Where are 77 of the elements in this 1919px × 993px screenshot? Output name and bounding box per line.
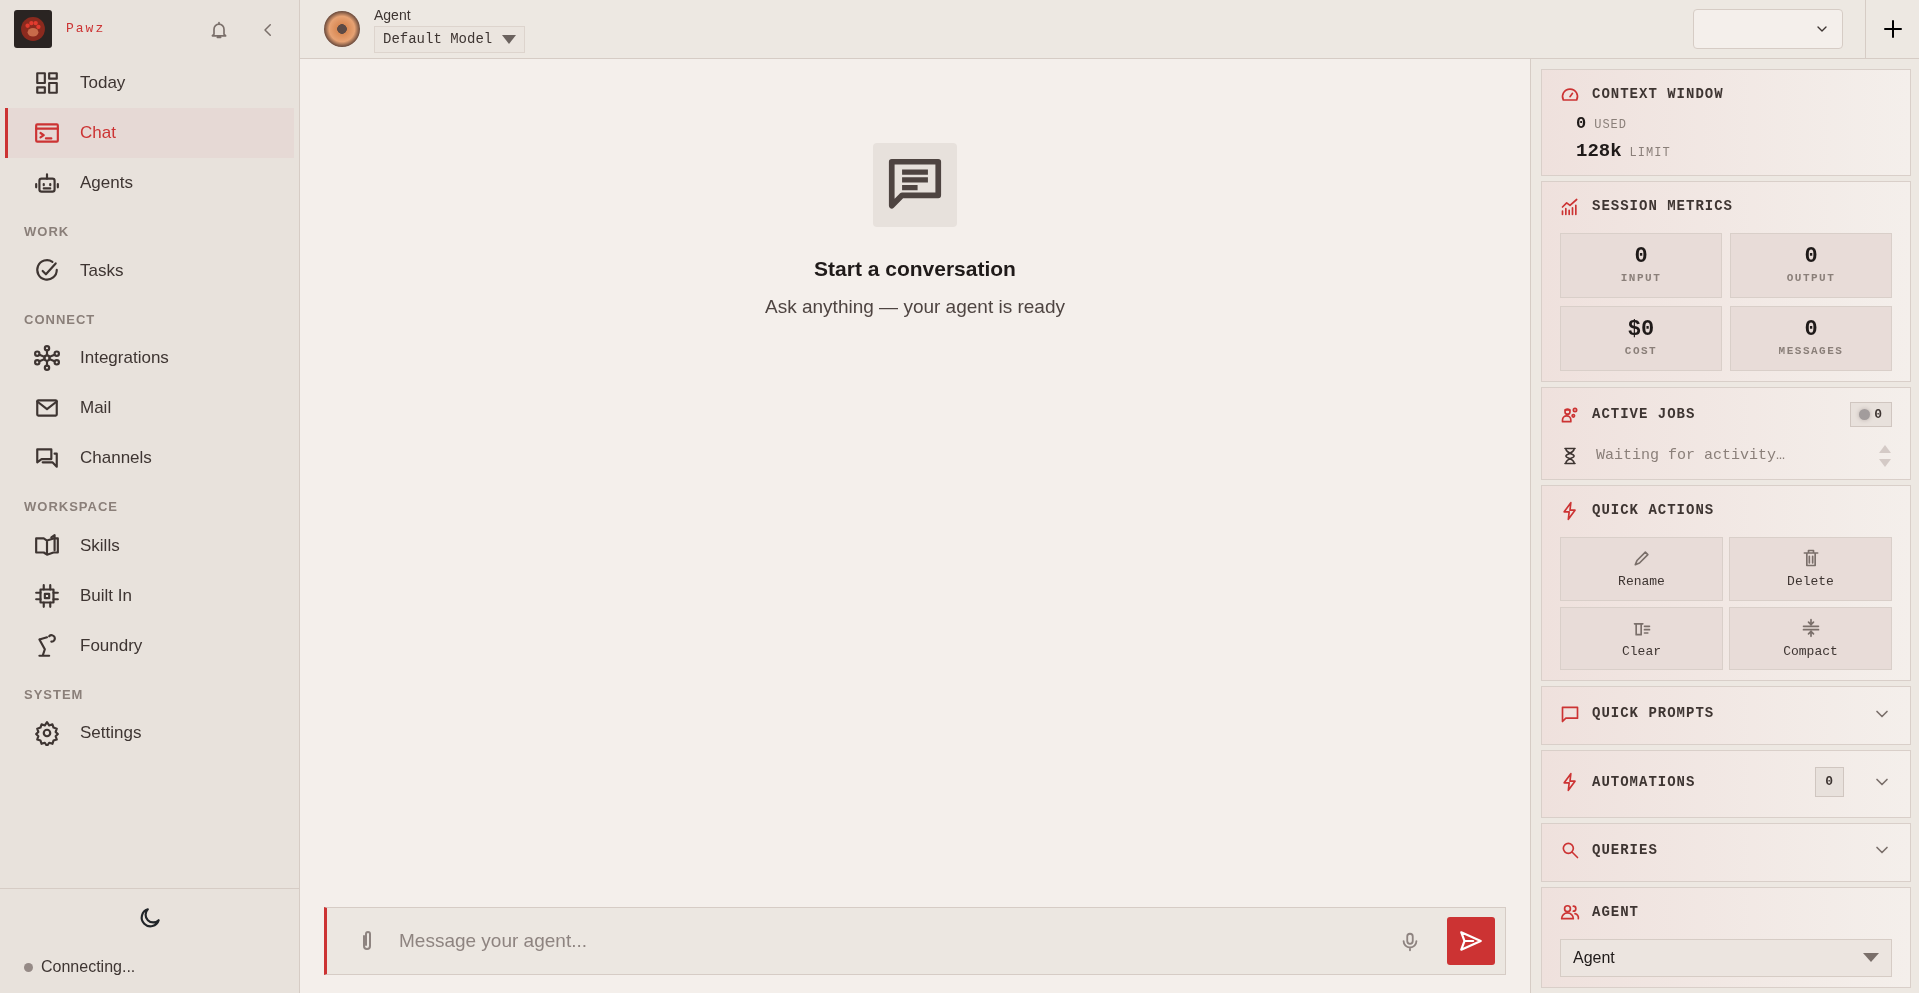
send-button[interactable] [1447, 917, 1495, 965]
spinner-icon [1859, 409, 1871, 421]
paw-logo-icon [14, 10, 52, 48]
nav-item[interactable]: Integrations [5, 333, 294, 383]
section-label: CONNECT [23, 310, 97, 329]
section-label: SYSTEM [23, 685, 85, 704]
empty-state-title: Start a conversation [814, 256, 1016, 282]
section-label: WORK [23, 223, 71, 241]
message-field[interactable]: Message your agent... [397, 925, 1381, 957]
metric-value: 0 [1633, 244, 1649, 271]
chip-icon [34, 582, 60, 609]
action-button[interactable]: Delete [1729, 537, 1892, 601]
stat-label: USED [1594, 117, 1627, 134]
nav-item[interactable]: Mail [5, 383, 294, 433]
book-icon [34, 532, 60, 559]
collapsible-panel[interactable]: QUICK PROMPTS [1541, 686, 1911, 746]
metric-label: COST [1623, 344, 1659, 360]
stat-label: LIMIT [1629, 144, 1671, 162]
nav-item[interactable]: Foundry [5, 620, 294, 671]
agent-avatar-icon [324, 11, 360, 47]
status-dot [24, 962, 33, 972]
metric-value: 0 [1803, 244, 1819, 271]
metric-value: $0 [1626, 316, 1656, 344]
nav-item[interactable]: Today [5, 58, 294, 108]
robot-icon [34, 170, 60, 196]
panel-title: QUERIES [1592, 840, 1658, 860]
caret-icon [1863, 952, 1879, 963]
network-icon [34, 345, 60, 371]
nav-item[interactable]: Agents [5, 158, 294, 208]
chart-icon [1560, 196, 1580, 217]
stat-value: 128k [1576, 138, 1622, 164]
caret-icon [502, 34, 517, 45]
metric-label: MESSAGES [1777, 344, 1845, 360]
connection-status: Connecting... [41, 957, 136, 977]
metric-label: INPUT [1619, 271, 1663, 287]
action-button[interactable]: Compact [1729, 606, 1892, 671]
metric-value: 0 [1803, 316, 1819, 344]
agent-select[interactable]: Agent [1560, 938, 1892, 977]
stat-value: 0 [1576, 113, 1587, 135]
terminal-icon [34, 120, 60, 146]
nav-item[interactable]: Skills [5, 520, 294, 571]
job-status: Waiting for activity… [1596, 446, 1786, 467]
nav-item[interactable]: Chat [5, 108, 294, 158]
panel-title: AGENT [1592, 902, 1639, 922]
compress-icon [1800, 617, 1821, 638]
nav-item[interactable]: Built In [5, 570, 294, 621]
panel-title: QUICK ACTIONS [1592, 501, 1715, 521]
metric-label: OUTPUT [1785, 271, 1837, 287]
panel-title: CONTEXT WINDOW [1592, 85, 1724, 104]
collapsible-panel[interactable]: AUTOMATIONS 0 [1541, 750, 1911, 818]
search-icon [1560, 840, 1580, 861]
send-icon [1458, 928, 1484, 954]
chat-bubbles-icon [34, 445, 60, 471]
automation-count: 0 [1815, 767, 1844, 797]
action-button[interactable]: Clear [1560, 606, 1723, 671]
check-circle-icon [34, 257, 60, 284]
action-button[interactable]: Rename [1560, 537, 1723, 601]
grid-icon [34, 70, 60, 96]
job-count: 0 [1850, 401, 1892, 428]
panel-title: AUTOMATIONS [1592, 772, 1696, 792]
panel-title: QUICK PROMPTS [1592, 704, 1715, 724]
gear-icon [34, 720, 60, 746]
agent-name: Agent [374, 6, 411, 25]
collapsible-panel[interactable]: QUERIES [1541, 822, 1911, 882]
nav-item[interactable]: Settings [5, 708, 294, 758]
chat-bubble-icon [873, 143, 957, 227]
empty-state-subtitle: Ask anything — your agent is ready [765, 294, 1065, 319]
brand-name: Pawz [66, 20, 107, 39]
message-composer[interactable]: Message your agent... [324, 907, 1506, 975]
nav-item[interactable]: Tasks [5, 245, 294, 296]
panel-title: SESSION METRICS [1592, 197, 1734, 216]
model-dropdown[interactable]: Default Model [374, 26, 526, 53]
section-label: WORKSPACE [23, 498, 119, 516]
bell-icon [209, 19, 229, 40]
people-icon [1560, 902, 1580, 923]
nav-item[interactable]: Channels [5, 433, 294, 483]
panel-title: ACTIVE JOBS [1592, 405, 1696, 425]
